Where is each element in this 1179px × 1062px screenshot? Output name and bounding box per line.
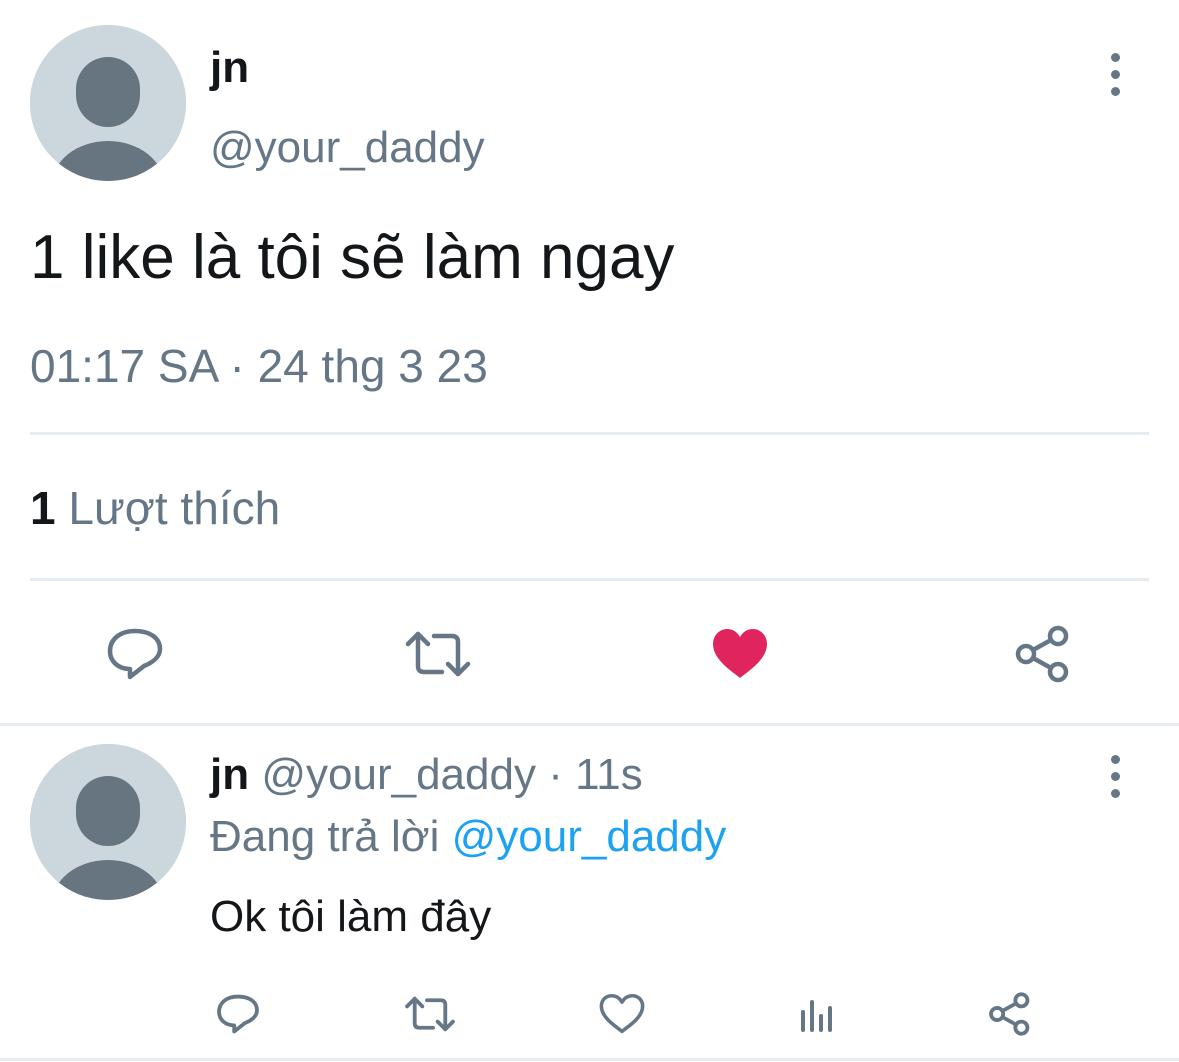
- reply-analytics-button[interactable]: [789, 986, 845, 1042]
- retweet-icon: [405, 631, 471, 677]
- reply-more-options-button[interactable]: [1095, 746, 1135, 806]
- replying-to-mention[interactable]: @your_daddy: [452, 812, 727, 861]
- main-avatar[interactable]: [30, 25, 186, 181]
- default-avatar-icon: [30, 744, 186, 900]
- reply-text: Ok tôi làm đây: [210, 892, 492, 941]
- heart-filled-icon: [713, 629, 767, 678]
- likes-count: 1: [30, 482, 56, 534]
- share-icon: [989, 992, 1030, 1036]
- reply-retweet-button[interactable]: [402, 986, 458, 1042]
- tweet-text: 1 like là tôi sẽ làm ngay: [30, 223, 675, 292]
- share-button[interactable]: [1003, 614, 1083, 694]
- analytics-icon: [801, 1000, 832, 1032]
- reply-icon: [107, 628, 163, 680]
- author-handle[interactable]: @your_daddy: [210, 122, 485, 174]
- reply-reply-button[interactable]: [210, 986, 266, 1042]
- bottom-divider: [0, 1058, 1179, 1061]
- likes-label: Lượt thích: [68, 482, 281, 534]
- tweet-timestamp[interactable]: 01:17 SA · 24 thg 3 23: [30, 338, 488, 394]
- more-dot: [1110, 86, 1120, 96]
- reply-share-button[interactable]: [982, 986, 1038, 1042]
- reply-author-name: jn: [210, 750, 250, 799]
- more-dot: [1110, 771, 1120, 781]
- reply-avatar[interactable]: [30, 744, 186, 900]
- reply-separator: ·: [535, 750, 576, 799]
- reply-button[interactable]: [95, 614, 175, 694]
- reply-header[interactable]: jn @your_daddy · 11s: [210, 748, 643, 802]
- more-dots-icon: [1110, 52, 1120, 62]
- like-button[interactable]: [700, 614, 780, 694]
- replying-to: Đang trả lời @your_daddy: [210, 810, 726, 864]
- reply-age: 11s: [575, 750, 643, 799]
- more-dot: [1110, 69, 1120, 79]
- default-avatar-icon: [30, 25, 186, 181]
- divider: [30, 578, 1149, 581]
- section-divider: [0, 723, 1179, 726]
- share-icon: [1015, 625, 1069, 683]
- more-options-button[interactable]: [1095, 44, 1135, 104]
- more-dots-icon: [1110, 754, 1120, 764]
- reply-icon: [217, 994, 259, 1034]
- reply-author-handle: @your_daddy: [261, 750, 536, 799]
- more-dot: [1110, 788, 1120, 798]
- retweet-icon: [405, 996, 455, 1032]
- author-name[interactable]: jn: [210, 42, 249, 94]
- divider: [30, 432, 1149, 435]
- retweet-button[interactable]: [398, 614, 478, 694]
- heart-icon: [599, 993, 645, 1034]
- replying-prefix: Đang trả lời: [210, 812, 440, 861]
- likes-summary[interactable]: 1 Lượt thích: [30, 480, 280, 536]
- reply-like-button[interactable]: [594, 986, 650, 1042]
